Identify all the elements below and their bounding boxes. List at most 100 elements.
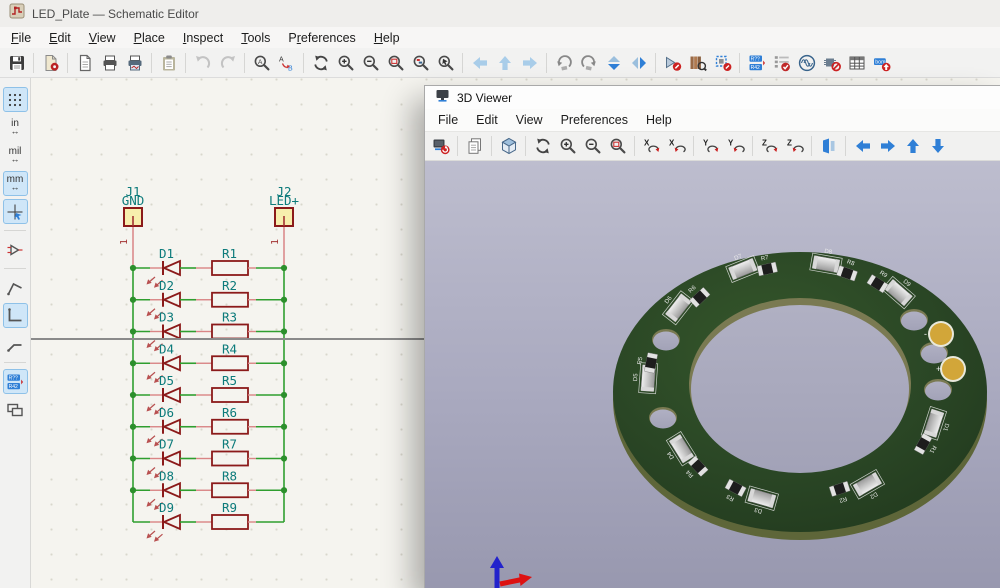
led-ref-label: D4: [159, 341, 174, 356]
schematic-menu-view[interactable]: View: [80, 29, 125, 47]
assign-footprints-button[interactable]: [819, 50, 844, 75]
grid-toggle-icon: [6, 91, 24, 109]
led-ref-label: D6: [159, 405, 174, 420]
nav-back-button[interactable]: [467, 50, 492, 75]
move-down-button[interactable]: [925, 134, 950, 159]
undo-button[interactable]: [190, 50, 215, 75]
hidden-pins-icon: [6, 241, 24, 259]
redraw-button[interactable]: [530, 134, 555, 159]
nav-forward-button[interactable]: [517, 50, 542, 75]
redo-button[interactable]: [215, 50, 240, 75]
line-90-button[interactable]: [3, 303, 28, 328]
schematic-setup-button[interactable]: [38, 50, 63, 75]
rotate-x-ccw-button[interactable]: X: [664, 134, 689, 159]
erc-button[interactable]: [769, 50, 794, 75]
save-button[interactable]: [4, 50, 29, 75]
annotate-icon: R??R42: [748, 54, 766, 72]
mirror-h-button[interactable]: [626, 50, 651, 75]
viewer-3d-viewport[interactable]: -+D1D2D3D4D5D6D7D8D9R1R2R3R4R5R6R7R8R9: [425, 161, 1000, 588]
paste-button[interactable]: [156, 50, 181, 75]
simulator-button[interactable]: [794, 50, 819, 75]
schematic-menu-preferences[interactable]: Preferences: [279, 29, 364, 47]
schematic-menu-file[interactable]: File: [2, 29, 40, 47]
rotate-z-cw-icon: Z: [761, 137, 779, 155]
zoom-in-icon: [337, 54, 355, 72]
copy-image-icon: [466, 137, 484, 155]
schematic-menu-tools[interactable]: Tools: [232, 29, 279, 47]
rotate-y-ccw-button[interactable]: Y: [723, 134, 748, 159]
move-right-button[interactable]: [875, 134, 900, 159]
copy-image-button[interactable]: [462, 134, 487, 159]
zoom-selection-icon: [437, 54, 455, 72]
zoom-selection-button[interactable]: [433, 50, 458, 75]
simulator-icon: [798, 54, 816, 72]
edit-symbol-button[interactable]: [660, 50, 685, 75]
schematic-menu-place[interactable]: Place: [125, 29, 174, 47]
viewer-menu-help[interactable]: Help: [637, 111, 681, 129]
print-button[interactable]: [97, 50, 122, 75]
zoom-objects-button[interactable]: [408, 50, 433, 75]
sidebar-separator: [4, 268, 26, 269]
rotate-x-cw-button[interactable]: X: [639, 134, 664, 159]
annotate-auto-button[interactable]: R??R42: [3, 369, 28, 394]
redo-icon: [219, 54, 237, 72]
refresh-button[interactable]: [308, 50, 333, 75]
mirror-v-button[interactable]: [601, 50, 626, 75]
find-replace-button[interactable]: AB: [274, 50, 299, 75]
ortho-projection-button[interactable]: [496, 134, 521, 159]
zoom-fit-button[interactable]: [383, 50, 408, 75]
zoom-in-button[interactable]: [333, 50, 358, 75]
hierarchy-navigator-button[interactable]: [3, 397, 28, 422]
nav-up-button[interactable]: [492, 50, 517, 75]
viewer-menu-preferences[interactable]: Preferences: [552, 111, 637, 129]
plot-button[interactable]: [122, 50, 147, 75]
viewer-menubar: FileEditViewPreferencesHelp: [425, 109, 1000, 131]
move-up-button[interactable]: [900, 134, 925, 159]
zoom-out-button[interactable]: [358, 50, 383, 75]
annotate-auto-icon: R??R42: [6, 373, 24, 391]
line-45-icon: [6, 335, 24, 353]
schematic-window-titlebar[interactable]: LED_Plate — Schematic Editor: [0, 0, 1000, 27]
viewer-menu-edit[interactable]: Edit: [467, 111, 507, 129]
led-ref-label: D2: [159, 278, 174, 293]
reload-board-button[interactable]: [428, 134, 453, 159]
move-left-button[interactable]: [850, 134, 875, 159]
line-free-button[interactable]: [3, 275, 28, 300]
rotate-z-cw-button[interactable]: Z: [757, 134, 782, 159]
grid-toggle-button[interactable]: [3, 87, 28, 112]
annotate-button[interactable]: R??R42: [744, 50, 769, 75]
units-in-button[interactable]: in↔: [3, 115, 28, 140]
schematic-menu-help[interactable]: Help: [365, 29, 409, 47]
svg-text:R42: R42: [750, 65, 759, 71]
fields-table-button[interactable]: [844, 50, 869, 75]
page-settings-button[interactable]: [72, 50, 97, 75]
zoom-out-button[interactable]: [580, 134, 605, 159]
viewer-menu-file[interactable]: File: [429, 111, 467, 129]
units-mm-button[interactable]: mm↔: [3, 171, 28, 196]
units-mil-button[interactable]: mil↔: [3, 143, 28, 168]
rotate-cw-button[interactable]: [576, 50, 601, 75]
hidden-pins-button[interactable]: [3, 237, 28, 262]
schematic-menu-inspect[interactable]: Inspect: [174, 29, 232, 47]
flip-board-button[interactable]: [816, 134, 841, 159]
library-browser-button[interactable]: [685, 50, 710, 75]
svg-text:X: X: [669, 139, 675, 148]
viewer-menu-view[interactable]: View: [507, 111, 552, 129]
page-settings-icon: [76, 54, 94, 72]
rotate-z-ccw-button[interactable]: Z: [782, 134, 807, 159]
cursor-shape-button[interactable]: [3, 199, 28, 224]
footprint-editor-button[interactable]: [710, 50, 735, 75]
rotate-ccw-button[interactable]: [551, 50, 576, 75]
toolbar-separator: [303, 53, 304, 73]
schematic-menu-edit[interactable]: Edit: [40, 29, 80, 47]
rotate-y-cw-button[interactable]: Y: [698, 134, 723, 159]
zoom-in-button[interactable]: [555, 134, 580, 159]
find-button[interactable]: A: [249, 50, 274, 75]
resistor-ref-label: R3: [222, 310, 237, 325]
bom-button[interactable]: bom: [869, 50, 894, 75]
led-ref-label: D5: [159, 373, 174, 388]
line-45-button[interactable]: [3, 331, 28, 356]
viewer-window-titlebar[interactable]: 3D Viewer: [425, 86, 1000, 109]
svg-text:A: A: [279, 56, 284, 63]
zoom-fit-button[interactable]: [605, 134, 630, 159]
